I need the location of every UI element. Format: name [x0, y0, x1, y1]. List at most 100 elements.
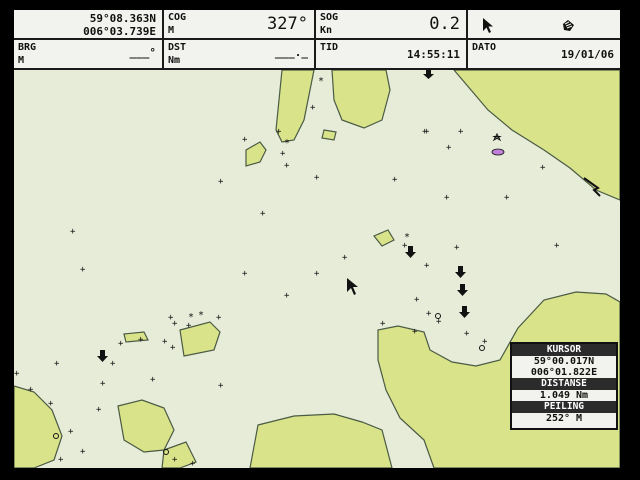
- marker: +: [190, 459, 196, 468]
- marker: +: [58, 455, 64, 465]
- bearing-value: 252° M: [545, 413, 583, 424]
- cog-label: COG: [168, 12, 187, 23]
- marker: +: [310, 103, 316, 113]
- marker-star: *: [404, 232, 410, 243]
- marker: +: [280, 149, 286, 159]
- marker: +: [540, 163, 546, 173]
- star-icon: [492, 132, 502, 142]
- dato-value: 19/01/06: [561, 48, 614, 61]
- marker: +: [446, 143, 452, 153]
- tool-cell: [468, 10, 620, 40]
- dst-value: ___._: [274, 46, 308, 59]
- sog-label: SOG: [320, 12, 339, 23]
- marker: +: [96, 405, 102, 415]
- marker-star: *: [318, 76, 324, 87]
- marker: +: [138, 335, 144, 345]
- island-north-2: [331, 70, 391, 129]
- buoy-icon: [457, 284, 468, 296]
- position-longitude: 006°03.739E: [83, 25, 156, 38]
- buoy-icon: [423, 70, 434, 79]
- marker: +: [70, 227, 76, 237]
- marker: +: [170, 343, 176, 353]
- marker: +: [314, 173, 320, 183]
- data-bar: 59°08.363N 006°03.739E COG M 327° SOG Kn…: [14, 10, 620, 70]
- dst-unit: Nm: [168, 55, 181, 66]
- cog-cell: COG M 327°: [164, 10, 316, 40]
- marker: +: [218, 177, 224, 187]
- marker: +: [342, 253, 348, 263]
- distance-title: DISTANSE: [512, 378, 616, 390]
- marker: +: [284, 161, 290, 171]
- position-cell: 59°08.363N 006°03.739E: [14, 10, 164, 40]
- marker: +: [48, 399, 54, 409]
- cursor-latitude: 59°00.017N: [533, 356, 595, 367]
- cursor-title: KURSOR: [512, 344, 616, 356]
- brg-value: ___°: [129, 46, 157, 59]
- marker: +: [414, 295, 420, 305]
- marker: +: [392, 175, 398, 185]
- marker: +: [464, 329, 470, 339]
- marker: +: [80, 265, 86, 275]
- marker: +: [218, 381, 224, 391]
- marker: +: [100, 379, 106, 389]
- dato-cell: DATO 19/01/06: [468, 40, 620, 70]
- peninsula-south: [249, 413, 393, 468]
- marker: +: [412, 327, 418, 337]
- marker: +: [150, 375, 156, 385]
- marker: +: [426, 309, 432, 319]
- buoy-icon: [459, 306, 470, 318]
- buoy-icon: [455, 266, 466, 278]
- cog-unit: M: [168, 25, 175, 36]
- marker-star: *: [188, 312, 194, 323]
- bearing-title: PEILING: [512, 401, 616, 413]
- sog-cell: SOG Kn 0.2: [316, 10, 468, 40]
- dst-cell: DST Nm ___._: [164, 40, 316, 70]
- marker: +: [118, 339, 124, 349]
- marker: +: [504, 193, 510, 203]
- marker: +: [380, 319, 386, 329]
- tid-cell: TID 14:55:11: [316, 40, 468, 70]
- mainland-north-east: [453, 70, 620, 201]
- marker: +: [424, 127, 430, 137]
- mouse-cursor-icon: [347, 278, 358, 295]
- marker: +: [68, 427, 74, 437]
- marker: +: [458, 127, 464, 137]
- tid-label: TID: [320, 42, 339, 53]
- tid-value: 14:55:11: [407, 48, 460, 61]
- island-south-west-1: [117, 399, 175, 453]
- islet-a: [123, 331, 149, 343]
- marker: +: [260, 209, 266, 219]
- marker: +: [424, 261, 430, 271]
- cursor-longitude: 006°01.822E: [530, 367, 598, 378]
- marker: +: [314, 269, 320, 279]
- marker: +: [172, 455, 178, 465]
- pointer-arrow-icon[interactable]: [482, 17, 496, 35]
- distance-value: 1.049 Nm: [539, 390, 589, 401]
- brg-label: BRG: [18, 42, 37, 53]
- position-latitude: 59°08.363N: [89, 12, 156, 25]
- islet-c: [321, 129, 337, 141]
- chartplotter-screen: + + + + + + + + + + + + + + + + + + + + + + + + + + +…: [14, 10, 620, 468]
- marker: +: [162, 337, 168, 347]
- marker: +: [110, 359, 116, 369]
- marker: +: [454, 243, 460, 253]
- cursor-info-box: KURSOR 59°00.017N 006°01.822E DISTANSE 1…: [510, 342, 618, 430]
- islet-b: [373, 229, 395, 247]
- marker: +: [172, 319, 178, 329]
- marker: +: [216, 313, 222, 323]
- marker: +: [242, 135, 248, 145]
- marker: +: [554, 241, 560, 251]
- sog-unit: Kn: [320, 25, 333, 36]
- island-south-west-2: [14, 385, 63, 468]
- sog-value: 0.2: [429, 14, 460, 34]
- marker: +: [242, 269, 248, 279]
- marker: +: [284, 291, 290, 301]
- buoy-icon: [97, 350, 108, 362]
- marker: +: [80, 447, 86, 457]
- hand-cursor-icon[interactable]: [560, 18, 576, 34]
- island-north-1: [275, 70, 315, 143]
- marker-star: *: [198, 310, 204, 321]
- dato-label: DATO: [472, 42, 497, 53]
- cog-value: 327°: [267, 14, 308, 34]
- magenta-mark: [491, 148, 505, 156]
